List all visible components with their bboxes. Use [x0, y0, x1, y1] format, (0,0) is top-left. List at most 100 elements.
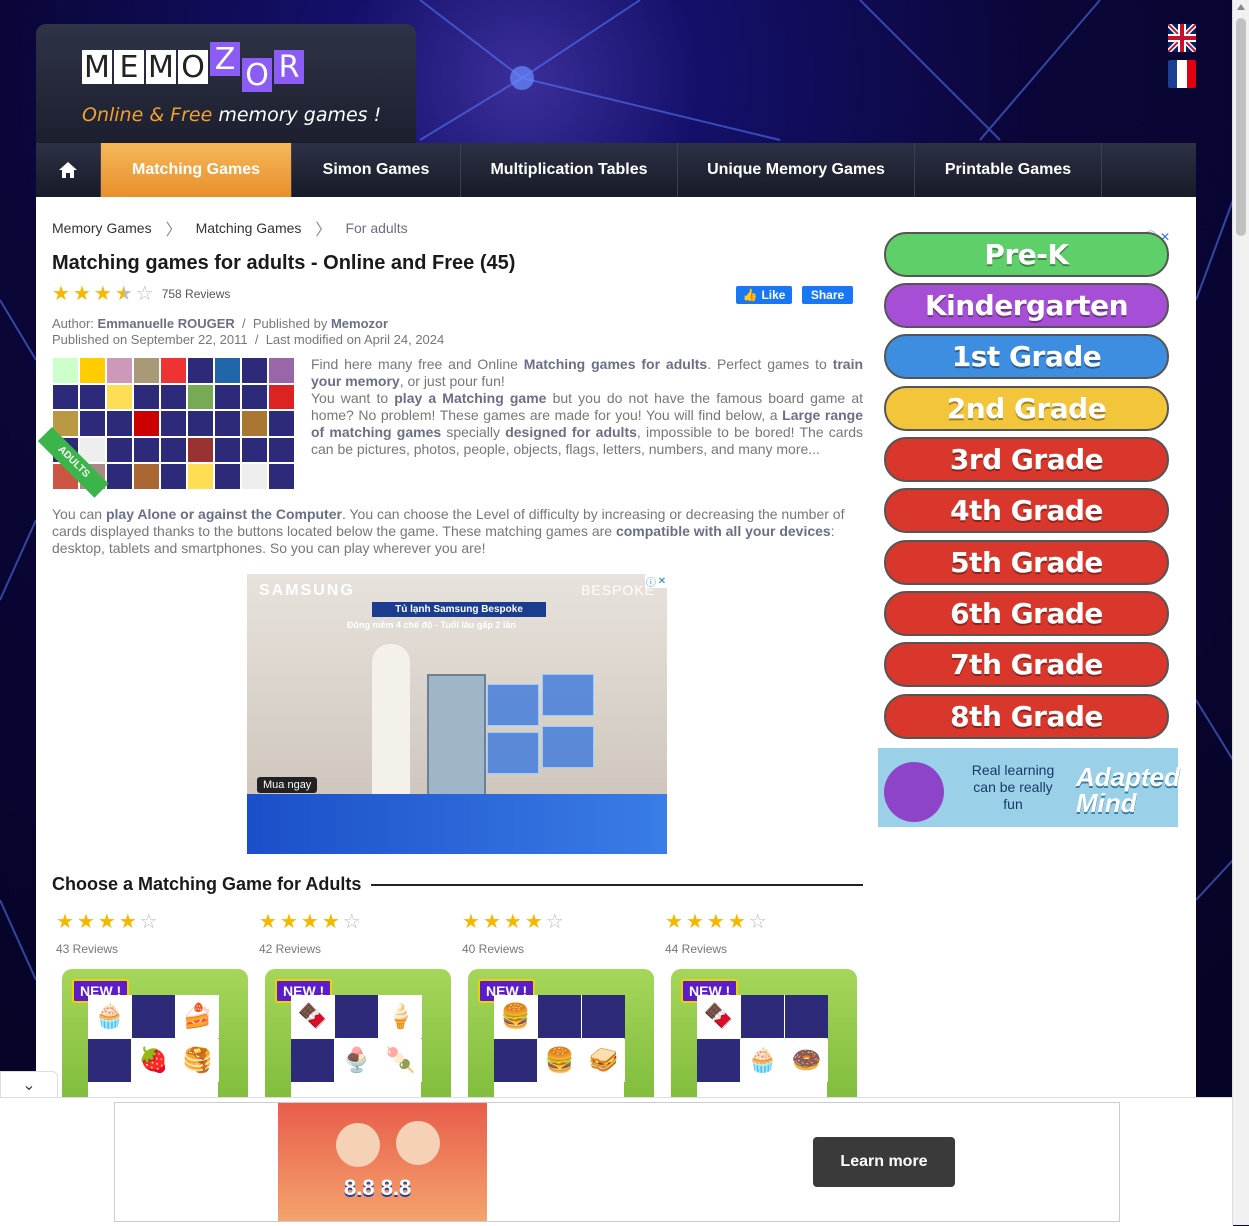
star-rating[interactable]: ★ ★ ★ ★ ☆	[52, 284, 154, 304]
grade-1st-button[interactable]: 1st Grade	[884, 334, 1169, 379]
facebook-like-button[interactable]: 👍 Like	[736, 286, 792, 304]
scrollbar-thumb[interactable]	[1236, 18, 1246, 236]
grade-label: 3rd Grade	[949, 443, 1104, 476]
grade-8th-button[interactable]: 8th Grade	[884, 694, 1169, 739]
adapted-mind-banner[interactable]: Real learning can be really fun Adapted …	[878, 748, 1180, 827]
memozor-logo[interactable]: M E M O Z O R	[82, 42, 304, 93]
grade-7th-button[interactable]: 7th Grade	[884, 642, 1169, 687]
grade-2nd-button[interactable]: 2nd Grade	[884, 386, 1169, 431]
scroll-up-icon[interactable]	[1237, 4, 1245, 10]
logo-letter: O	[242, 58, 272, 93]
grade-label: 5th Grade	[950, 546, 1103, 579]
grade-3rd-button[interactable]: 3rd Grade	[884, 437, 1169, 482]
chevron-right-icon: 〉	[165, 222, 182, 239]
ad-cta-button[interactable]: Mua ngay	[257, 777, 318, 793]
game-card[interactable]: ★ ★ ★ ★ ☆ 42 Reviews NEW ! 🍫 🍦 🍨 🍡	[259, 911, 451, 1109]
logo-line: Adapted	[1076, 762, 1180, 792]
text-strong: Matching games for adults	[523, 356, 708, 372]
breadcrumb-current: For adults	[345, 220, 408, 236]
chevron-down-icon[interactable]: ⌄	[0, 1071, 58, 1099]
nav-simon-games[interactable]: Simon Games	[292, 143, 461, 197]
hidden-card	[291, 1039, 334, 1082]
nav-multiplication-tables[interactable]: Multiplication Tables	[461, 143, 678, 197]
ad-choices-icon[interactable]: ⓘ ✕	[645, 574, 667, 589]
grade-label: Pre-K	[984, 238, 1069, 271]
text: , or just pour fun!	[399, 373, 505, 389]
half-star-icon[interactable]: ★	[115, 284, 133, 304]
scrollbar[interactable]	[1232, 0, 1249, 1225]
game-review-count: 43 Reviews	[56, 942, 119, 956]
logo-letter: R	[274, 50, 304, 85]
logo-line: Mind	[1076, 788, 1137, 818]
star-icon: ★	[482, 911, 501, 933]
game-card[interactable]: ★ ★ ★ ★ ☆ 40 Reviews NEW ! 🍔 🍔 🥪	[462, 911, 654, 1109]
logo-letter: Z	[210, 42, 240, 77]
breadcrumb-memory-games[interactable]: Memory Games	[52, 220, 152, 236]
nav-matching-games[interactable]: Matching Games	[101, 143, 292, 197]
food-card: 🥞	[176, 1039, 219, 1082]
english-flag-icon[interactable]	[1168, 24, 1196, 52]
ad-promo-numbers: 8.8 8.8	[344, 1175, 412, 1200]
ad-panel	[487, 684, 539, 726]
star-icon[interactable]: ★	[52, 284, 70, 304]
learn-more-button[interactable]: Learn more	[813, 1137, 955, 1187]
game-thumbnail[interactable]: NEW ! 🧁 🍰 🍓 🥞	[62, 969, 248, 1109]
publisher-name[interactable]: Memozor	[331, 316, 388, 331]
food-card: 🍦	[379, 995, 422, 1038]
main-content: Memory Games 〉 Matching Games 〉 For adul…	[36, 197, 1196, 1109]
breadcrumb-matching-games[interactable]: Matching Games	[196, 220, 302, 236]
nav-unique-memory-games[interactable]: Unique Memory Games	[678, 143, 915, 197]
grade-pre-k-button[interactable]: Pre-K	[884, 232, 1169, 277]
game-review-count: 44 Reviews	[665, 942, 728, 956]
grade-label: 1st Grade	[951, 340, 1102, 373]
game-card[interactable]: ★ ★ ★ ★ ☆ 43 Reviews NEW ! 🧁 🍰 🍓 🥞	[56, 912, 248, 1109]
logo-letter: M	[82, 50, 112, 85]
french-flag-icon[interactable]	[1168, 60, 1196, 88]
game-board-preview: 🍫 🍦 🍨 🍡	[291, 995, 422, 1109]
grade-6th-button[interactable]: 6th Grade	[884, 591, 1169, 636]
game-review-count: 40 Reviews	[462, 942, 525, 956]
game-thumbnail[interactable]: NEW ! 🍔 🍔 🥪	[468, 969, 654, 1109]
grade-5th-button[interactable]: 5th Grade	[884, 540, 1169, 585]
nav-printable-games[interactable]: Printable Games	[915, 143, 1102, 197]
star-icon[interactable]: ☆	[136, 284, 154, 304]
fridge-image	[427, 674, 486, 798]
star-icon: ★	[665, 911, 683, 933]
game-card[interactable]: ★ ★ ★ ★ ☆ 44 Reviews NEW ! 🍫 🧁 🍩	[665, 911, 857, 1109]
game-board-preview: 🍫 🧁 🍩	[697, 995, 828, 1109]
star-icon[interactable]: ★	[94, 284, 112, 304]
description-text: You can play Alone or against the Comput…	[52, 506, 863, 557]
grade-4th-button[interactable]: 4th Grade	[884, 488, 1169, 533]
home-button[interactable]	[36, 143, 101, 197]
food-card: 🧁	[88, 995, 131, 1038]
game-thumbnail[interactable]: NEW ! 🍫 🧁 🍩	[671, 969, 857, 1109]
facebook-share-button[interactable]: Share	[802, 286, 853, 304]
chevron-right-icon: 〉	[315, 222, 332, 239]
tagline-white: memory games !	[218, 104, 382, 126]
page-title: Matching games for adults - Online and F…	[52, 252, 516, 274]
food-card: 🍔	[494, 995, 537, 1038]
food-card: 🍨	[335, 1039, 378, 1082]
ad-promo-banner	[247, 794, 667, 854]
ad-person	[396, 1121, 440, 1165]
site-header: M E M O Z O R Online & Free memory games…	[36, 24, 416, 144]
grade-kindergarten-button[interactable]: Kindergarten	[884, 283, 1169, 328]
samsung-advertisement[interactable]: SAMSUNG BESPOKE Tủ lạnh Samsung Bespoke …	[247, 574, 667, 854]
star-icon: ★	[279, 911, 298, 933]
shopee-advertisement[interactable]: 8.8 8.8 Learn more	[114, 1102, 1120, 1222]
published-date: September 22, 2011	[130, 332, 248, 347]
hidden-card	[697, 1039, 740, 1082]
star-icon[interactable]: ★	[73, 284, 91, 304]
author-name[interactable]: Emmanuelle ROUGER	[98, 316, 235, 331]
main-navigation: Matching Games Simon Games Multiplicatio…	[36, 143, 1196, 197]
grade-label: 6th Grade	[950, 597, 1103, 630]
site-tagline: Online & Free memory games !	[82, 104, 381, 126]
review-count: 758 Reviews	[161, 287, 231, 301]
ad-panel	[487, 732, 539, 774]
page-rating[interactable]: ★ ★ ★ ★ ☆ 758 Reviews	[52, 284, 230, 304]
game-thumbnail[interactable]: NEW ! 🍫 🍦 🍨 🍡	[265, 969, 451, 1109]
hidden-card	[335, 995, 378, 1038]
logo-letter: E	[114, 50, 144, 85]
home-icon	[59, 162, 77, 178]
star-icon: ★	[685, 911, 704, 933]
